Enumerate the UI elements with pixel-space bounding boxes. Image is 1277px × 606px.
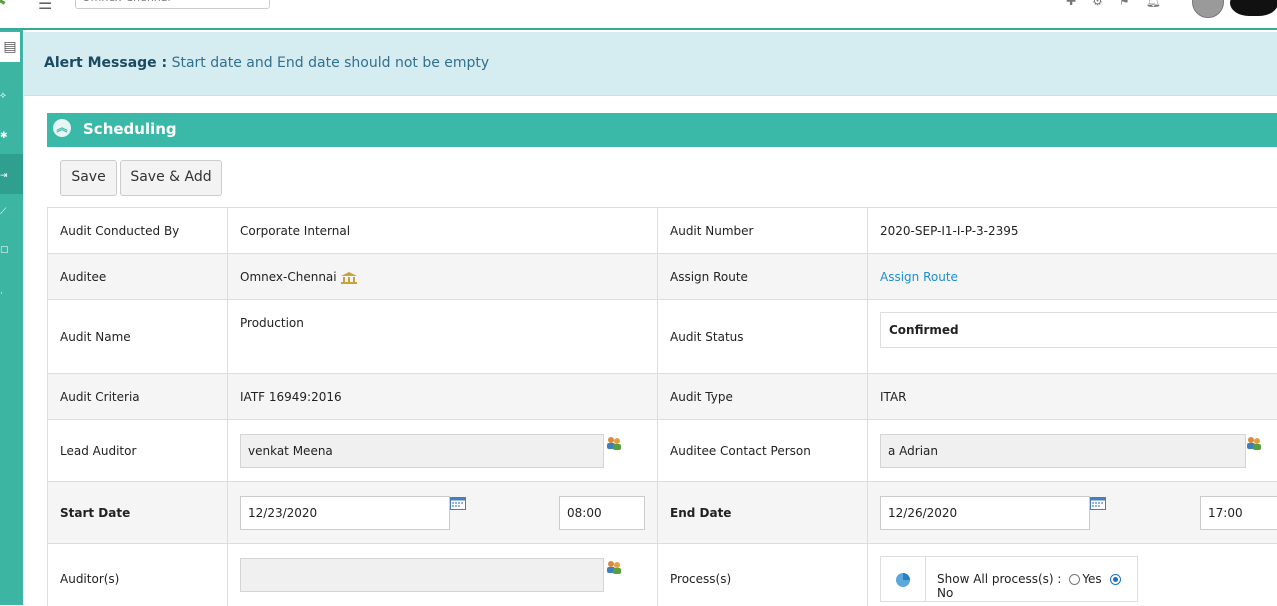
sidebar-item-5[interactable]: ▢ [0, 242, 23, 258]
auditee-contact-input[interactable]: a Adrian [880, 434, 1246, 468]
audit-status-label: Audit Status [670, 330, 744, 344]
alert-banner: Alert Message : Start date and End date … [24, 32, 1277, 96]
sidebar-item-1[interactable]: ⟡ [0, 88, 23, 104]
audit-type-value: ITAR [880, 390, 907, 404]
pie-button[interactable] [881, 557, 926, 601]
audit-criteria-value: IATF 16949:2016 [240, 390, 342, 404]
auditee-value: Omnex-Chennai [240, 270, 337, 284]
audit-number-value: 2020-SEP-I1-I-P-3-2395 [880, 224, 1019, 238]
lead-auditor-input[interactable]: venkat Meena [240, 434, 604, 468]
start-date-label: Start Date [60, 506, 131, 520]
auditors-label: Auditor(s) [60, 572, 120, 586]
audit-name-value[interactable]: Production [240, 316, 304, 330]
show-all-process-group: Show All process(s) : Yes No [937, 572, 1137, 600]
form-row: Audit Conducted By Corporate Internal Au… [47, 207, 1277, 254]
auditee-value-wrap: Omnex-Chennai [240, 270, 357, 284]
people-picker-icon[interactable] [1246, 436, 1262, 450]
save-and-add-button[interactable]: Save & Add [120, 160, 222, 196]
audit-status-select[interactable]: Confirmed [880, 312, 1277, 348]
assign-route-link[interactable]: Assign Route [880, 270, 958, 284]
sidebar-item-4[interactable]: ⟋ [0, 204, 23, 220]
assign-route-label: Assign Route [670, 270, 748, 284]
alert-message: Start date and End date should not be em… [171, 55, 490, 71]
save-button[interactable]: Save [60, 160, 117, 196]
auditee-label: Auditee [60, 270, 107, 284]
top-bar: ✱ ☰ Omnex-Chennai ✚ ⚙ ⚑ 🔔︎ [0, 0, 1277, 30]
gear-logo-icon: ✱ [0, 0, 14, 10]
hamburger-icon[interactable]: ☰ [38, 0, 52, 13]
people-picker-icon[interactable] [606, 436, 622, 450]
audit-criteria-label: Audit Criteria [60, 390, 140, 404]
form-row: Auditee Omnex-Chennai Assign Route Assig… [47, 253, 1277, 300]
end-date-input[interactable]: 12/26/2020 [880, 496, 1090, 530]
calendar-icon[interactable] [1090, 496, 1106, 510]
audit-name-label: Audit Name [60, 330, 131, 344]
form-row: Lead Auditor venkat Meena Auditee Contac… [47, 419, 1277, 482]
form-row: Audit Criteria IATF 16949:2016 Audit Typ… [47, 373, 1277, 420]
sidebar-item-3[interactable]: ⇥ [0, 168, 23, 184]
start-time-input[interactable]: 08:00 [559, 496, 645, 530]
sidebar-item-6[interactable]: · [0, 286, 23, 302]
no-radio[interactable] [1109, 574, 1121, 585]
audit-number-label: Audit Number [670, 224, 754, 238]
yes-radio[interactable] [1069, 574, 1081, 585]
bank-icon[interactable] [340, 271, 357, 284]
audit-type-label: Audit Type [670, 390, 733, 404]
auditors-input[interactable] [240, 558, 604, 592]
scheduling-panel-header: ︽ Scheduling [47, 113, 1277, 147]
form-row: Auditor(s) Process(s) Show All process(s… [47, 543, 1277, 606]
process-selector: Show All process(s) : Yes No [880, 556, 1138, 602]
flag-icon[interactable]: ⚑ [1119, 0, 1130, 8]
auditee-contact-label: Auditee Contact Person [670, 444, 811, 458]
document-icon[interactable]: ▤ [0, 32, 20, 62]
bell-icon[interactable]: 🔔︎ [1146, 0, 1161, 8]
audit-conducted-by-value: Corporate Internal [240, 224, 351, 238]
process-label: Process(s) [670, 572, 732, 586]
alert-text: Alert Message : Start date and End date … [44, 55, 489, 71]
user-avatar[interactable] [1192, 0, 1224, 18]
site-search-input[interactable]: Omnex-Chennai [75, 0, 270, 9]
alert-label: Alert Message : [44, 55, 168, 71]
sidebar-item-2[interactable]: ✱ [0, 128, 23, 144]
audit-conducted-by-label: Audit Conducted By [60, 224, 180, 238]
end-time-input[interactable]: 17:00 [1200, 496, 1277, 530]
collapse-icon[interactable]: ︽ [53, 119, 71, 137]
settings-icon[interactable]: ⚙ [1092, 0, 1103, 8]
no-label: No [937, 586, 954, 600]
pie-icon [896, 573, 910, 587]
form-row: Start Date 12/23/2020 08:00 End Date 12/… [47, 481, 1277, 544]
sidebar: ▤ ⟡ ✱ ⇥ ⟋ ▢ · [0, 30, 23, 605]
panel-title: Scheduling [83, 120, 177, 138]
people-picker-icon[interactable] [606, 560, 622, 574]
form-row: Audit Name Production Audit Status Confi… [47, 299, 1277, 374]
plus-icon[interactable]: ✚ [1066, 0, 1076, 8]
calendar-icon[interactable] [450, 496, 466, 510]
top-icon-group: ✚ ⚙ ⚑ 🔔︎ [1066, 0, 1161, 8]
audit-status-value: Confirmed [889, 323, 959, 337]
show-all-label: Show All process(s) : [937, 572, 1062, 586]
lead-auditor-label: Lead Auditor [60, 444, 137, 458]
brand-logo [1230, 0, 1277, 16]
start-date-input[interactable]: 12/23/2020 [240, 496, 450, 530]
end-date-label: End Date [670, 506, 732, 520]
yes-label: Yes [1082, 572, 1102, 586]
